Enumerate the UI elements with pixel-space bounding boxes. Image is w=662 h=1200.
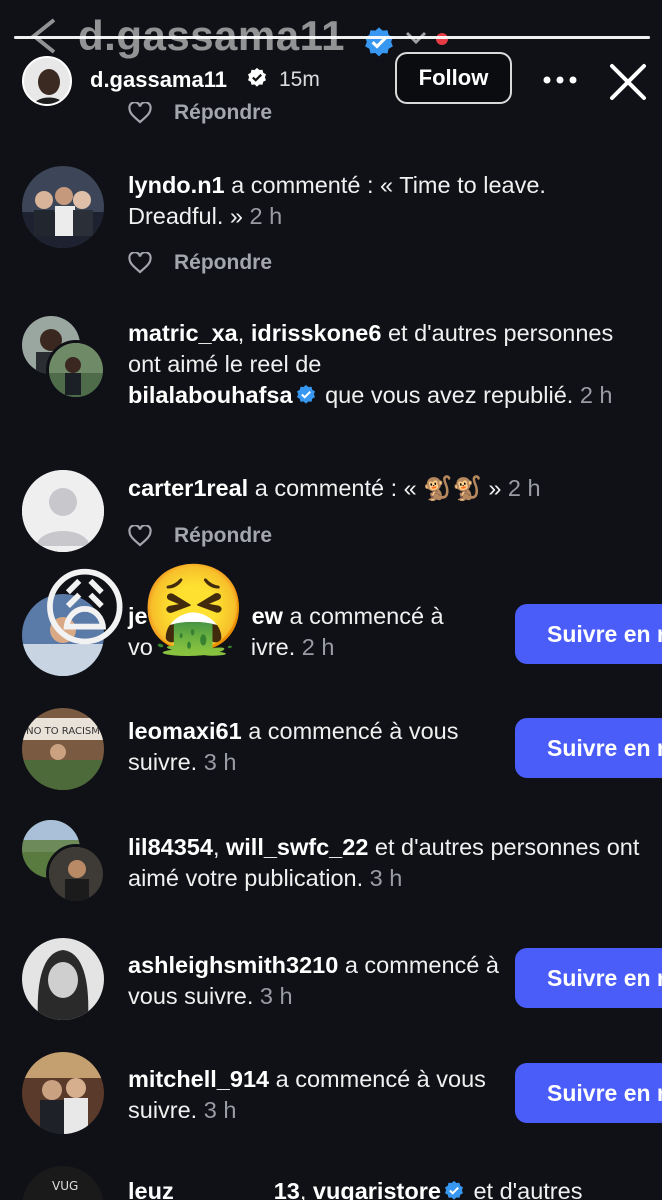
avatar: [46, 844, 106, 904]
notification-text: carter1real a commenté : « 🐒🐒 » 2 h: [128, 473, 648, 504]
avatar[interactable]: [22, 166, 104, 248]
username[interactable]: mitchell_914: [128, 1066, 269, 1092]
action-text: a commenté : «: [254, 475, 417, 501]
verified-badge-icon: [443, 1179, 465, 1200]
username[interactable]: ashleighsmith3210: [128, 952, 338, 978]
action-text: a commencé à: [289, 603, 444, 629]
avatar[interactable]: NO TO RACISM: [22, 708, 104, 790]
vomiting-face-emoji-sticker[interactable]: 🤮: [140, 566, 247, 652]
reply-row[interactable]: Répondre: [128, 251, 272, 275]
comment-emoji: 🐒🐒: [423, 475, 482, 501]
username[interactable]: leuz: [128, 1178, 174, 1200]
action-text: ivre.: [250, 634, 296, 660]
username[interactable]: ew: [252, 603, 283, 629]
notification-text: leomaxi61 a commencé à vous suivre. 3 h: [128, 716, 508, 778]
action-text: que vous avez republié.: [325, 382, 574, 408]
reply-row[interactable]: Répondre: [128, 524, 272, 548]
avatar[interactable]: VUG: [22, 1166, 104, 1200]
more-options-icon[interactable]: [540, 60, 580, 100]
timestamp: 2 h: [507, 475, 541, 501]
avatar[interactable]: [22, 56, 72, 106]
notification-text: lyndo.n1 a commenté : « Time to leave. D…: [128, 170, 638, 232]
svg-text:VUG: VUG: [52, 1179, 78, 1193]
timestamp: 2 h: [579, 382, 613, 408]
close-icon[interactable]: [606, 60, 650, 104]
avatar[interactable]: [22, 938, 104, 1020]
avatar-group[interactable]: [22, 820, 108, 906]
timestamp: 2 h: [301, 634, 335, 660]
action-text: »: [488, 475, 502, 501]
timestamp: 2 h: [249, 203, 283, 229]
notification-text: leuz 13, vugaristore et d'autres: [128, 1176, 662, 1200]
story-header: d.gassama11 15m Follow: [0, 50, 662, 110]
follow-back-button[interactable]: Suivre en retour: [515, 604, 662, 664]
avatar[interactable]: [22, 470, 104, 552]
svg-text:NO TO RACISM: NO TO RACISM: [26, 726, 100, 737]
notification-text: ashleighsmith3210 a commencé à vous suiv…: [128, 950, 508, 1012]
follow-back-button[interactable]: Suivre en retour: [515, 948, 662, 1008]
avatar[interactable]: [22, 1052, 104, 1134]
verified-badge-icon: [248, 67, 266, 87]
story-timestamp: 15m: [279, 68, 320, 91]
action-text: et d'autres: [473, 1178, 583, 1200]
story-progress-bar: [14, 36, 650, 39]
weary-face-emoji-sticker[interactable]: 😩: [40, 566, 130, 652]
username[interactable]: matric_xa: [128, 320, 238, 346]
avatar-group[interactable]: [22, 316, 108, 402]
timestamp: 3 h: [259, 983, 293, 1009]
username[interactable]: lil84354: [128, 834, 213, 860]
heart-icon[interactable]: [128, 525, 152, 547]
notification-text: lil84354, will_swfc_22 et d'autres perso…: [128, 834, 640, 891]
username[interactable]: vugaristore: [313, 1178, 441, 1200]
follow-back-button[interactable]: Suivre en retour: [515, 1063, 662, 1123]
heart-icon[interactable]: [128, 252, 152, 274]
avatar: [46, 340, 106, 400]
reply-link[interactable]: Répondre: [174, 251, 272, 275]
username[interactable]: carter1real: [128, 475, 248, 501]
username[interactable]: 13: [274, 1178, 300, 1200]
notification-text: matric_xa, idrisskone6 et d'autres perso…: [128, 318, 648, 414]
username[interactable]: bilalabouhafsa: [128, 382, 293, 408]
username[interactable]: leomaxi61: [128, 718, 242, 744]
timestamp: 3 h: [369, 865, 403, 891]
follow-button[interactable]: Follow: [395, 52, 512, 104]
story-screen: Répondre lyndo.n1 a commenté : « Time to…: [0, 0, 662, 1200]
timestamp: 3 h: [203, 749, 237, 775]
reply-link[interactable]: Répondre: [174, 524, 272, 548]
timestamp: 3 h: [203, 1097, 237, 1123]
story-owner-username[interactable]: d.gassama11: [90, 67, 227, 93]
username[interactable]: will_swfc_22: [226, 834, 368, 860]
username[interactable]: lyndo.n1: [128, 172, 225, 198]
story-progress-fill: [14, 36, 650, 39]
notification-dot: [436, 33, 448, 45]
follow-back-button[interactable]: Suivre en retour: [515, 718, 662, 778]
username[interactable]: idrisskone6: [251, 320, 382, 346]
verified-badge-icon: [295, 383, 317, 414]
notification-text: mitchell_914 a commencé à vous suivre. 3…: [128, 1064, 508, 1126]
